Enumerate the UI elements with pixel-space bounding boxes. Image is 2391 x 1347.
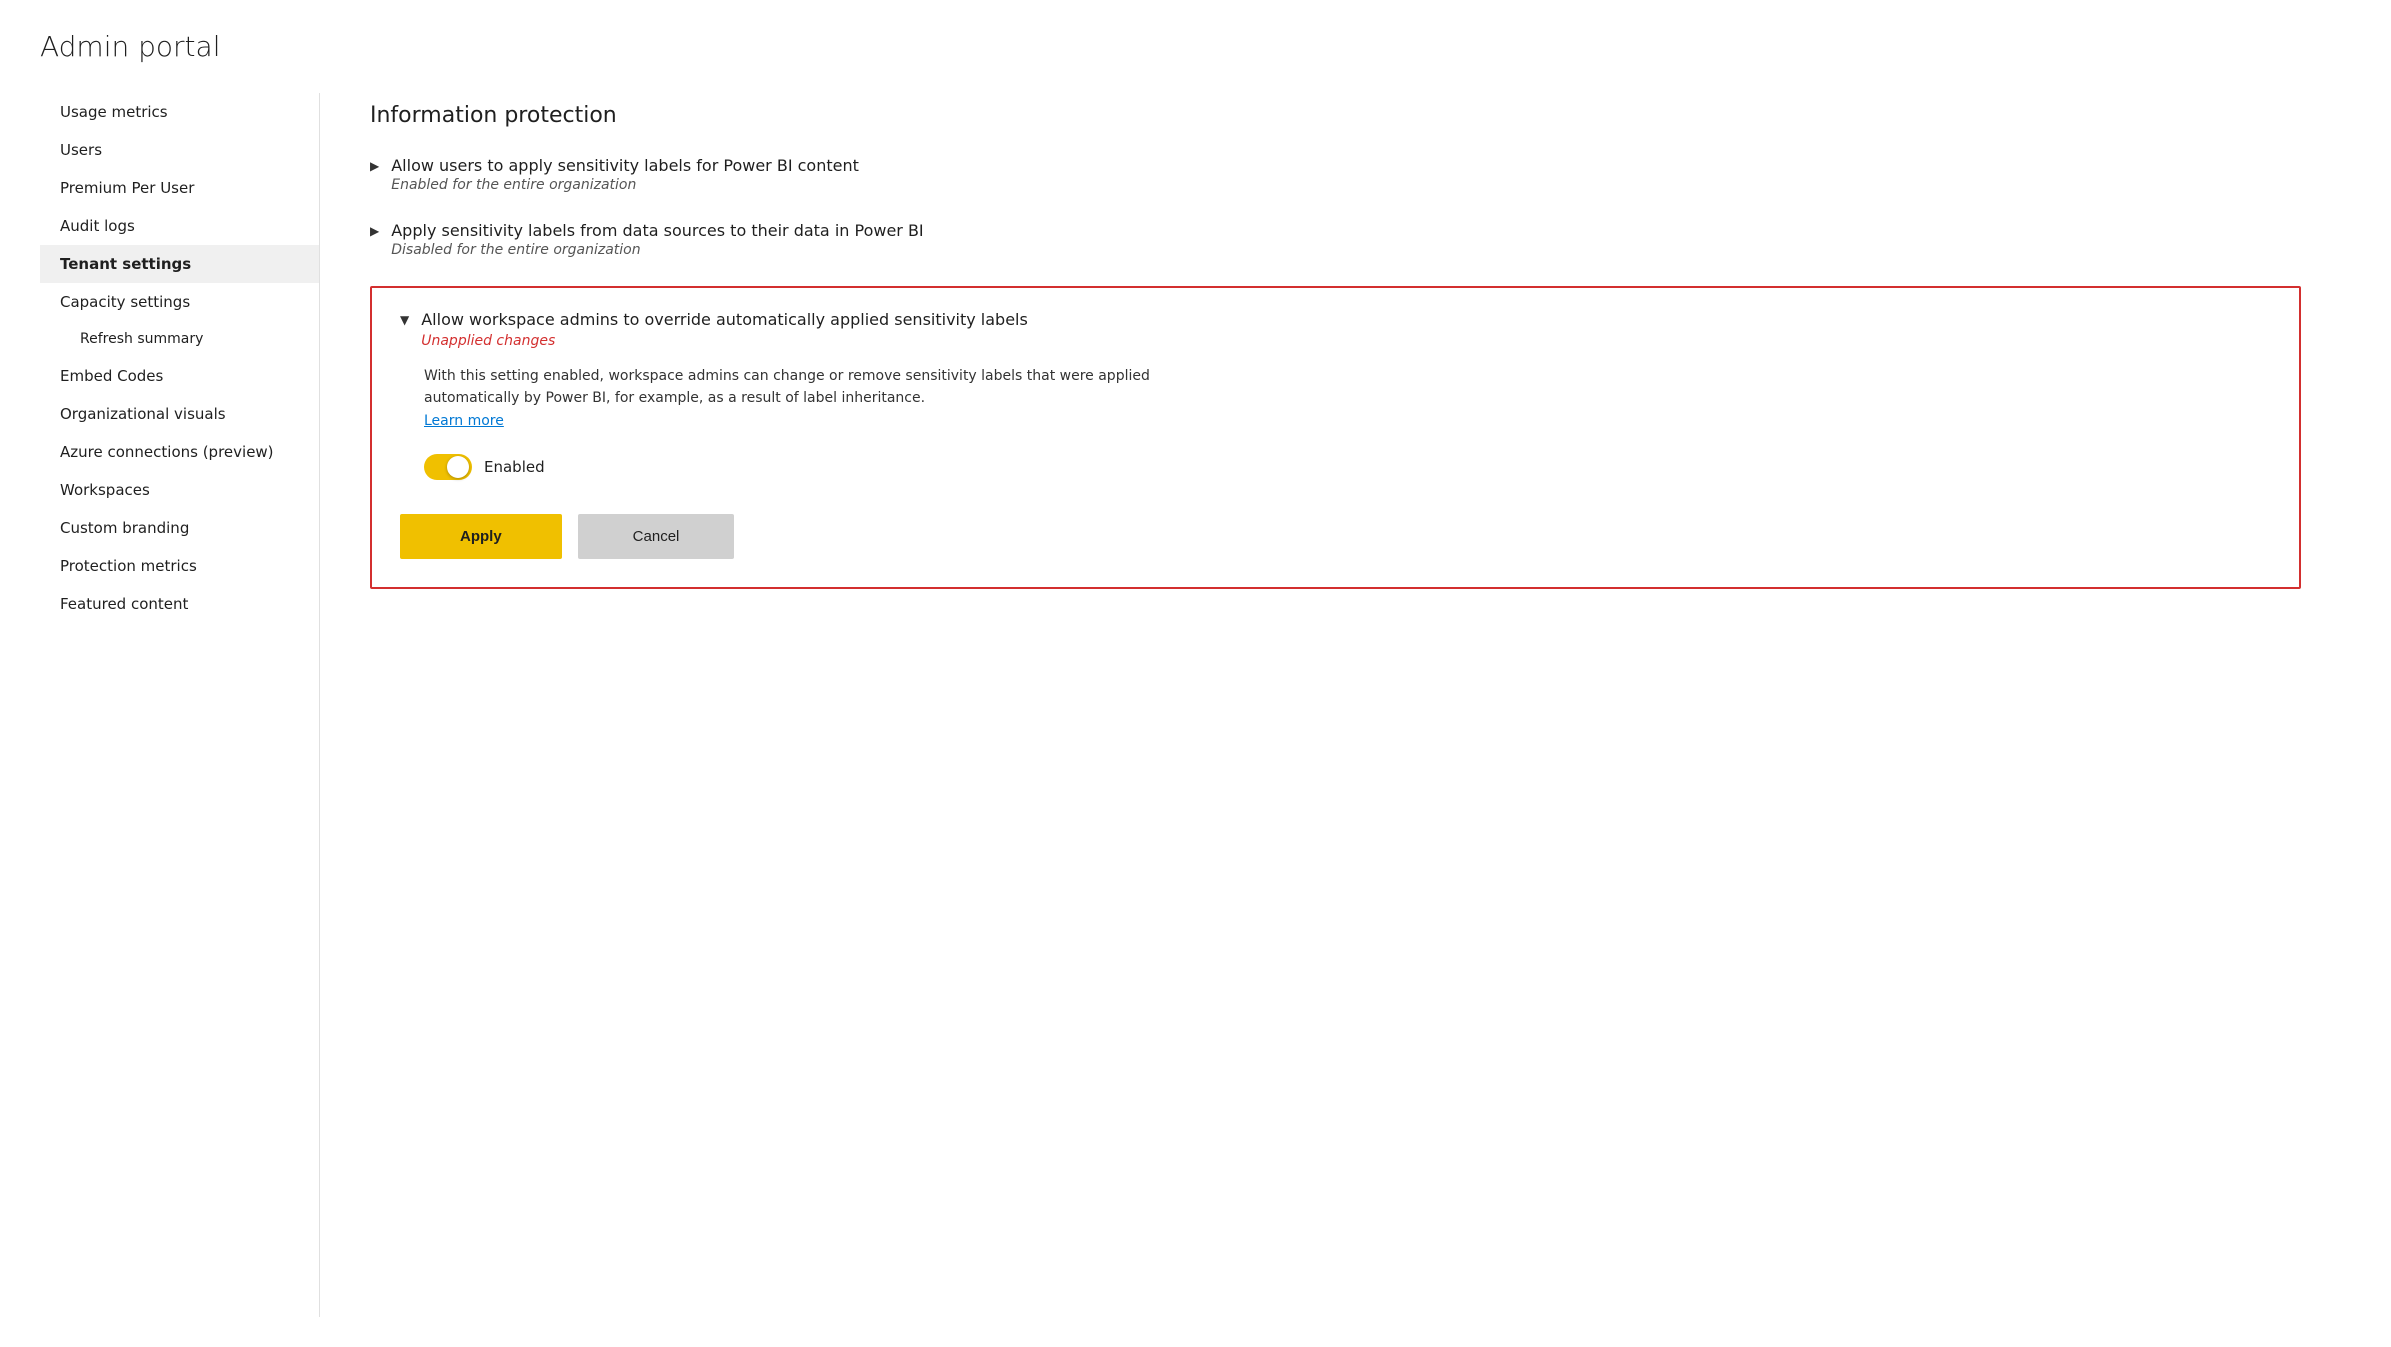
sidebar-item-custom-branding[interactable]: Custom branding bbox=[40, 509, 319, 547]
sidebar-item-organizational-visuals[interactable]: Organizational visuals bbox=[40, 395, 319, 433]
sidebar-item-embed-codes[interactable]: Embed Codes bbox=[40, 357, 319, 395]
unapplied-changes-text: Unapplied changes bbox=[421, 333, 1028, 349]
card-title: Allow workspace admins to override autom… bbox=[421, 310, 1028, 329]
setting-label-2: Apply sensitivity labels from data sourc… bbox=[391, 221, 923, 240]
setting-status-1: Enabled for the entire organization bbox=[391, 177, 859, 193]
toggle-knob bbox=[447, 456, 469, 478]
setting-row-allow-sensitivity: ▶ Allow users to apply sensitivity label… bbox=[370, 156, 2301, 193]
expand-arrow-2[interactable]: ▶ bbox=[370, 224, 379, 238]
sidebar-item-usage-metrics[interactable]: Usage metrics bbox=[40, 93, 319, 131]
setting-row-apply-sensitivity: ▶ Apply sensitivity labels from data sou… bbox=[370, 221, 2301, 258]
sidebar-item-users[interactable]: Users bbox=[40, 131, 319, 169]
sidebar-item-refresh-summary[interactable]: Refresh summary bbox=[40, 321, 319, 357]
card-description: With this setting enabled, workspace adm… bbox=[424, 365, 1184, 432]
toggle-row: Enabled bbox=[424, 454, 2271, 480]
sidebar-item-featured-content[interactable]: Featured content bbox=[40, 585, 319, 623]
sidebar: Usage metrics Users Premium Per User Aud… bbox=[40, 93, 320, 1317]
sidebar-item-audit-logs[interactable]: Audit logs bbox=[40, 207, 319, 245]
section-title: Information protection bbox=[370, 103, 2301, 128]
apply-button[interactable]: Apply bbox=[400, 514, 562, 559]
sidebar-item-workspaces[interactable]: Workspaces bbox=[40, 471, 319, 509]
page-title: Admin portal bbox=[40, 30, 2351, 63]
expand-arrow-1[interactable]: ▶ bbox=[370, 159, 379, 173]
enabled-toggle[interactable] bbox=[424, 454, 472, 480]
expanded-card: ▼ Allow workspace admins to override aut… bbox=[370, 286, 2301, 589]
setting-status-2: Disabled for the entire organization bbox=[391, 242, 923, 258]
collapse-arrow[interactable]: ▼ bbox=[400, 313, 409, 327]
sidebar-item-premium-per-user[interactable]: Premium Per User bbox=[40, 169, 319, 207]
sidebar-item-azure-connections[interactable]: Azure connections (preview) bbox=[40, 433, 319, 471]
sidebar-item-protection-metrics[interactable]: Protection metrics bbox=[40, 547, 319, 585]
learn-more-link[interactable]: Learn more bbox=[424, 413, 504, 429]
toggle-label: Enabled bbox=[484, 458, 545, 476]
setting-label-1: Allow users to apply sensitivity labels … bbox=[391, 156, 859, 175]
sidebar-item-tenant-settings[interactable]: Tenant settings bbox=[40, 245, 319, 283]
button-row: Apply Cancel bbox=[400, 514, 2271, 559]
cancel-button[interactable]: Cancel bbox=[578, 514, 735, 559]
main-content: Information protection ▶ Allow users to … bbox=[320, 93, 2351, 1317]
sidebar-item-capacity-settings[interactable]: Capacity settings bbox=[40, 283, 319, 321]
